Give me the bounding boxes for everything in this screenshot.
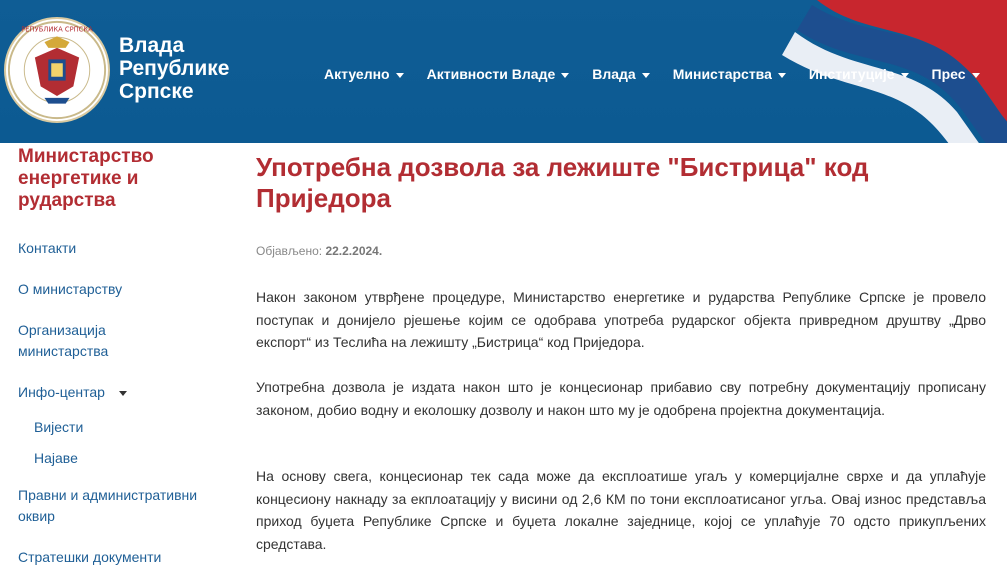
nav-label: Актуелно (324, 66, 390, 82)
chevron-down-icon (900, 72, 909, 78)
chevron-down-icon (777, 72, 786, 78)
sidebar-subitem-najave[interactable]: Најаве (34, 450, 78, 466)
site-header: РЕПУБЛИКА СРПСКА Влада Републике Српске … (0, 0, 1007, 143)
chevron-down-icon (971, 72, 980, 78)
published-label: Објављено: (256, 244, 323, 258)
logo-ring-text: РЕПУБЛИКА СРПСКА (21, 26, 93, 34)
government-logo[interactable]: РЕПУБЛИКА СРПСКА (4, 17, 110, 123)
sidebar-item-o-ministarstvu[interactable]: О министарству (18, 279, 122, 300)
sidebar-subitem-vijesti[interactable]: Вијести (34, 419, 83, 435)
publish-meta: Објављено: 22.2.2024. (256, 244, 382, 258)
brand-line-2: Републике (119, 57, 230, 80)
sidebar-item-pravni-okvir[interactable]: Правни и административни оквир (18, 485, 198, 527)
nav-item-ministarstva[interactable]: Министарства (673, 66, 786, 82)
nav-item-institucije[interactable]: Институције (809, 66, 909, 82)
sidebar-item-kontakti[interactable]: Контакти (18, 238, 76, 259)
article-paragraph-3: На основу свега, концесионар тек сада мо… (256, 468, 986, 552)
nav-label: Прес (931, 66, 966, 82)
nav-item-pres[interactable]: Прес (932, 66, 980, 82)
chevron-down-icon (395, 72, 404, 78)
brand-line-3: Српске (119, 80, 194, 103)
chevron-down-icon (561, 72, 570, 78)
main-navigation: Актуелно Активности Владе Влада Министар… (324, 66, 1003, 82)
sidebar: Министарство енергетике и рударства Конт… (18, 146, 228, 565)
nav-item-aktuelno[interactable]: Актуелно (324, 66, 404, 82)
sidebar-title[interactable]: Министарство енергетике и рударства (18, 146, 178, 212)
article: Употребна дозвола за лежиште "Бистрица" … (256, 152, 986, 552)
nav-label: Институције (808, 66, 895, 82)
nav-item-vlada[interactable]: Влада (592, 66, 650, 82)
article-title: Употребна дозвола за лежиште "Бистрица" … (256, 152, 869, 213)
coat-of-arms-icon: РЕПУБЛИКА СРПСКА (7, 20, 107, 120)
brand-title[interactable]: Влада Републике Српске (119, 34, 229, 103)
brand-line-1: Влада (119, 34, 185, 57)
sidebar-item-label: Инфо-центар (18, 384, 105, 400)
nav-item-aktivnosti-vlade[interactable]: Активности Владе (427, 66, 570, 82)
nav-label: Влада (592, 66, 636, 82)
sidebar-item-strateski-dokumenti[interactable]: Стратешки документи (18, 547, 161, 568)
article-paragraph-1: Након законом утврђене процедуре, Минист… (256, 289, 986, 350)
nav-label: Активности Владе (426, 66, 556, 82)
article-paragraph-2: Употребна дозвола је издата након што је… (256, 379, 986, 418)
published-date: 22.2.2024. (325, 244, 383, 258)
chevron-down-icon (641, 72, 650, 78)
sidebar-item-info-centar[interactable]: Инфо-центар (18, 382, 127, 403)
sidebar-item-organizacija[interactable]: Организација министарства (18, 320, 128, 362)
nav-label: Министарства (672, 66, 772, 82)
chevron-down-icon[interactable] (118, 390, 127, 396)
